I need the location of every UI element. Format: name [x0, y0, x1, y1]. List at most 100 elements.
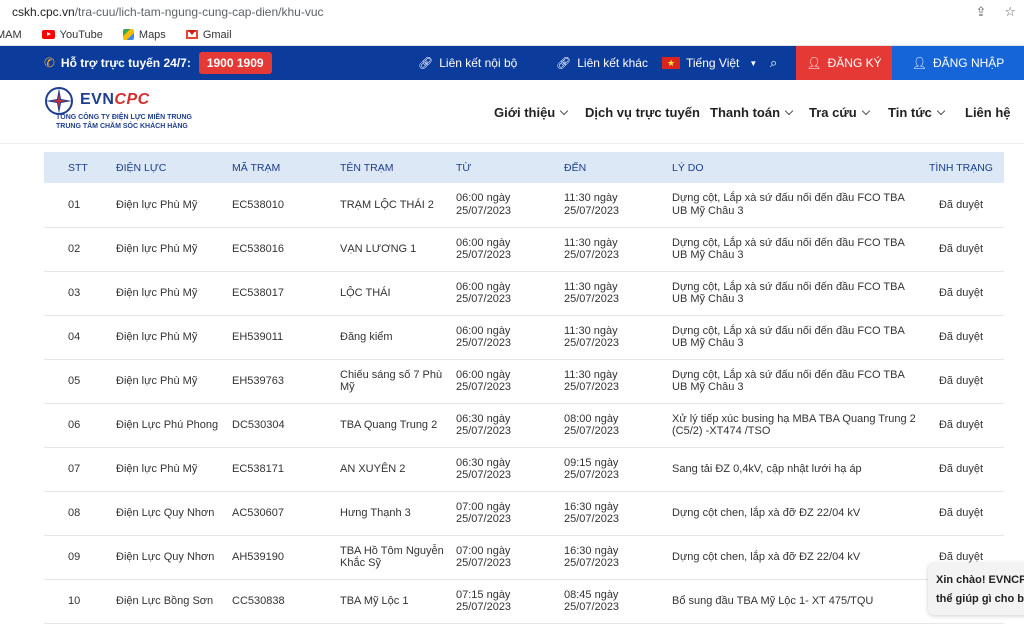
bookmark-gmail[interactable]: Gmail: [185, 29, 232, 41]
cell-stt: 01: [44, 183, 116, 228]
cell-tinh-trang: Đã duyệt: [918, 491, 1004, 536]
cell-ly-do: Dựng cột, Lắp xà sứ đấu nối đến đầu FCO …: [672, 183, 918, 228]
phone-icon: ✆: [44, 55, 55, 70]
nav-gioi-thieu[interactable]: Giới thiệu: [494, 105, 569, 120]
cell-ma-tram: EC538171: [232, 447, 340, 492]
cell-ma-tram: CC530838: [232, 579, 340, 624]
user-icon: 👤︎: [806, 56, 822, 70]
cell-tu: 06:00 ngày 25/07/2023: [456, 359, 564, 404]
browser-address-bar[interactable]: cskh.cpc.vn/tra-cuu/lich-tam-ngung-cung-…: [0, 0, 1024, 24]
top-bar: ✆ Hỗ trợ trực tuyến 24/7: 1900 1909 🔗︎ L…: [0, 46, 1024, 80]
cell-tu: 06:00 ngày 25/07/2023: [456, 315, 564, 360]
cell-ma-tram: EH539011: [232, 315, 340, 360]
chevron-down-icon: [861, 106, 870, 115]
cell-den: 09:15 ngày 25/07/2023: [564, 447, 672, 492]
cell-ma-tram: EC538010: [232, 183, 340, 228]
bookmark-mam[interactable]: MAM: [0, 29, 22, 41]
chevron-down-icon: [784, 106, 794, 115]
other-link[interactable]: 🔗︎ Liên kết khác: [556, 56, 648, 70]
language-selector[interactable]: ★ Tiếng Việt ▼: [662, 56, 757, 70]
share-icon[interactable]: ⇪: [975, 4, 986, 20]
table-row: 06 Điện Lực Phú Phong DC530304 TBA Quang Tr…: [44, 403, 1004, 448]
link-icon: 🔗︎: [556, 56, 572, 70]
cell-ten-tram: LỘC THÁI: [340, 271, 456, 316]
cell-ten-tram: Hưng Thạnh 3: [340, 491, 456, 536]
cell-dien-luc: Điện Lực Quy Nhơn: [116, 535, 232, 580]
bookmark-star-icon[interactable]: ☆: [1004, 4, 1016, 20]
cell-ly-do: Xử lý tiếp xúc busing hạ MBA TBA Quang T…: [672, 403, 918, 448]
cell-tinh-trang: Đã duyệt: [918, 227, 1004, 272]
bookmark-youtube[interactable]: YouTube: [41, 29, 103, 41]
table-row: 02 Điện lực Phù Mỹ EC538016 VẠN LƯƠNG 1 06:0…: [44, 227, 1004, 272]
support-info: ✆ Hỗ trợ trực tuyến 24/7: 1900 1909: [44, 52, 272, 74]
logo[interactable]: EVNCPC TỔNG CÔNG TY ĐIỆN LỰC MIỀN TRUNG …: [44, 86, 192, 131]
nav-tin-tuc[interactable]: Tin tức: [888, 104, 946, 120]
internal-link[interactable]: 🔗︎ Liên kết nội bộ: [418, 56, 517, 70]
outage-table-container: STT ĐIỆN LỰC MÃ TRẠM TÊN TRẠM TỪ ĐẾN LÝ …: [44, 152, 1004, 624]
maps-icon: [122, 29, 134, 40]
cell-ly-do: Dựng cột, Lắp xà sứ đấu nối đến đầu FCO …: [672, 315, 918, 360]
cell-ly-do: Dựng cột, Lắp xà sứ đấu nối đến đầu FCO …: [672, 227, 918, 272]
cell-dien-luc: Điện lực Phù Mỹ: [116, 315, 232, 360]
cell-dien-luc: Điện Lực Phú Phong: [116, 403, 232, 448]
cell-ly-do: Sang tải ĐZ 0,4kV, cập nhật lưới hạ áp: [672, 447, 918, 492]
nav-thanh-toan[interactable]: Thanh toán: [710, 105, 794, 120]
cell-ten-tram: TRẠM LỘC THÁI 2: [340, 183, 456, 228]
cell-den: 08:00 ngày 25/07/2023: [564, 403, 672, 448]
chat-popup[interactable]: Xin chào! EVNCPC thể giúp gì cho bạ: [928, 563, 1024, 615]
cell-tinh-trang: Đã duyệt: [918, 447, 1004, 492]
cell-tu: 06:00 ngày 25/07/2023: [456, 227, 564, 272]
outage-schedule-table: STT ĐIỆN LỰC MÃ TRẠM TÊN TRẠM TỪ ĐẾN LÝ …: [44, 152, 1004, 624]
col-ly-do: LÝ DO: [672, 152, 918, 183]
cell-stt: 08: [44, 491, 116, 536]
other-link-label: Liên kết khác: [577, 56, 648, 70]
cell-stt: 10: [44, 579, 116, 624]
login-label: ĐĂNG NHẬP: [932, 56, 1005, 70]
cell-den: 11:30 ngày 25/07/2023: [564, 315, 672, 360]
nav-dich-vu[interactable]: Dịch vụ trực tuyến: [585, 105, 700, 120]
cell-dien-luc: Điện lực Phù Mỹ: [116, 183, 232, 228]
col-den: ĐẾN: [564, 152, 672, 183]
nav-label: Tin tức: [888, 104, 932, 120]
nav-label: Tra cứu: [809, 104, 857, 120]
cell-tinh-trang: Đã duyệt: [918, 183, 1004, 228]
chevron-down-icon: [936, 106, 946, 115]
url-text[interactable]: cskh.cpc.vn/tra-cuu/lich-tam-ngung-cung-…: [12, 5, 975, 19]
cell-den: 16:30 ngày 25/07/2023: [564, 535, 672, 580]
cell-ma-tram: DC530304: [232, 403, 340, 448]
login-button[interactable]: 👤︎ ĐĂNG NHẬP: [892, 46, 1024, 80]
nav-lien-he[interactable]: Liên hệ: [965, 105, 1011, 120]
cell-ten-tram: TBA Mỹ Lộc 1: [340, 579, 456, 624]
nav-tra-cuu[interactable]: Tra cứu: [809, 104, 870, 120]
register-button[interactable]: 👤︎ ĐĂNG KÝ: [796, 46, 892, 80]
table-row: 01 Điện lực Phù Mỹ EC538010 TRẠM LỘC THÁI 2…: [44, 183, 1004, 228]
cell-ten-tram: TBA Quang Trung 2: [340, 403, 456, 448]
cell-ten-tram: Chiếu sáng số 7 Phù Mỹ: [340, 359, 456, 404]
cell-ma-tram: EH539763: [232, 359, 340, 404]
nav-label: Liên hệ: [965, 104, 1011, 120]
support-label: Hỗ trợ trực tuyến 24/7:: [60, 56, 191, 70]
cell-den: 11:30 ngày 25/07/2023: [564, 227, 672, 272]
cell-dien-luc: Điện lực Phù Mỹ: [116, 447, 232, 492]
cell-tu: 07:00 ngày 25/07/2023: [456, 535, 564, 580]
cell-stt: 04: [44, 315, 116, 360]
internal-link-label: Liên kết nội bộ: [439, 56, 518, 70]
cell-den: 08:45 ngày 25/07/2023: [564, 579, 672, 624]
gmail-icon: [185, 30, 198, 39]
cell-ten-tram: VẠN LƯƠNG 1: [340, 227, 456, 272]
cell-stt: 09: [44, 535, 116, 580]
search-icon[interactable]: ⌕: [770, 55, 777, 71]
cell-tinh-trang: Đã duyệt: [918, 359, 1004, 404]
url-domain: cskh.cpc.vn: [12, 5, 75, 19]
cell-ma-tram: EC538017: [232, 271, 340, 316]
cell-stt: 05: [44, 359, 116, 404]
cell-ly-do: Bổ sung đầu TBA Mỹ Lộc 1- XT 475/TQU: [672, 579, 918, 624]
cell-den: 16:30 ngày 25/07/2023: [564, 491, 672, 536]
table-row: 09 Điện Lực Quy Nhơn AH539190 TBA Hồ Tôm Ng…: [44, 535, 1004, 580]
org-line1: TỔNG CÔNG TY ĐIỆN LỰC MIỀN TRUNG: [56, 114, 192, 121]
bookmark-maps[interactable]: Maps: [122, 29, 166, 41]
hotline-badge[interactable]: 1900 1909: [198, 52, 272, 74]
cell-dien-luc: Điện lực Phù Mỹ: [116, 227, 232, 272]
register-label: ĐĂNG KÝ: [827, 56, 882, 70]
cell-tu: 07:00 ngày 25/07/2023: [456, 491, 564, 536]
